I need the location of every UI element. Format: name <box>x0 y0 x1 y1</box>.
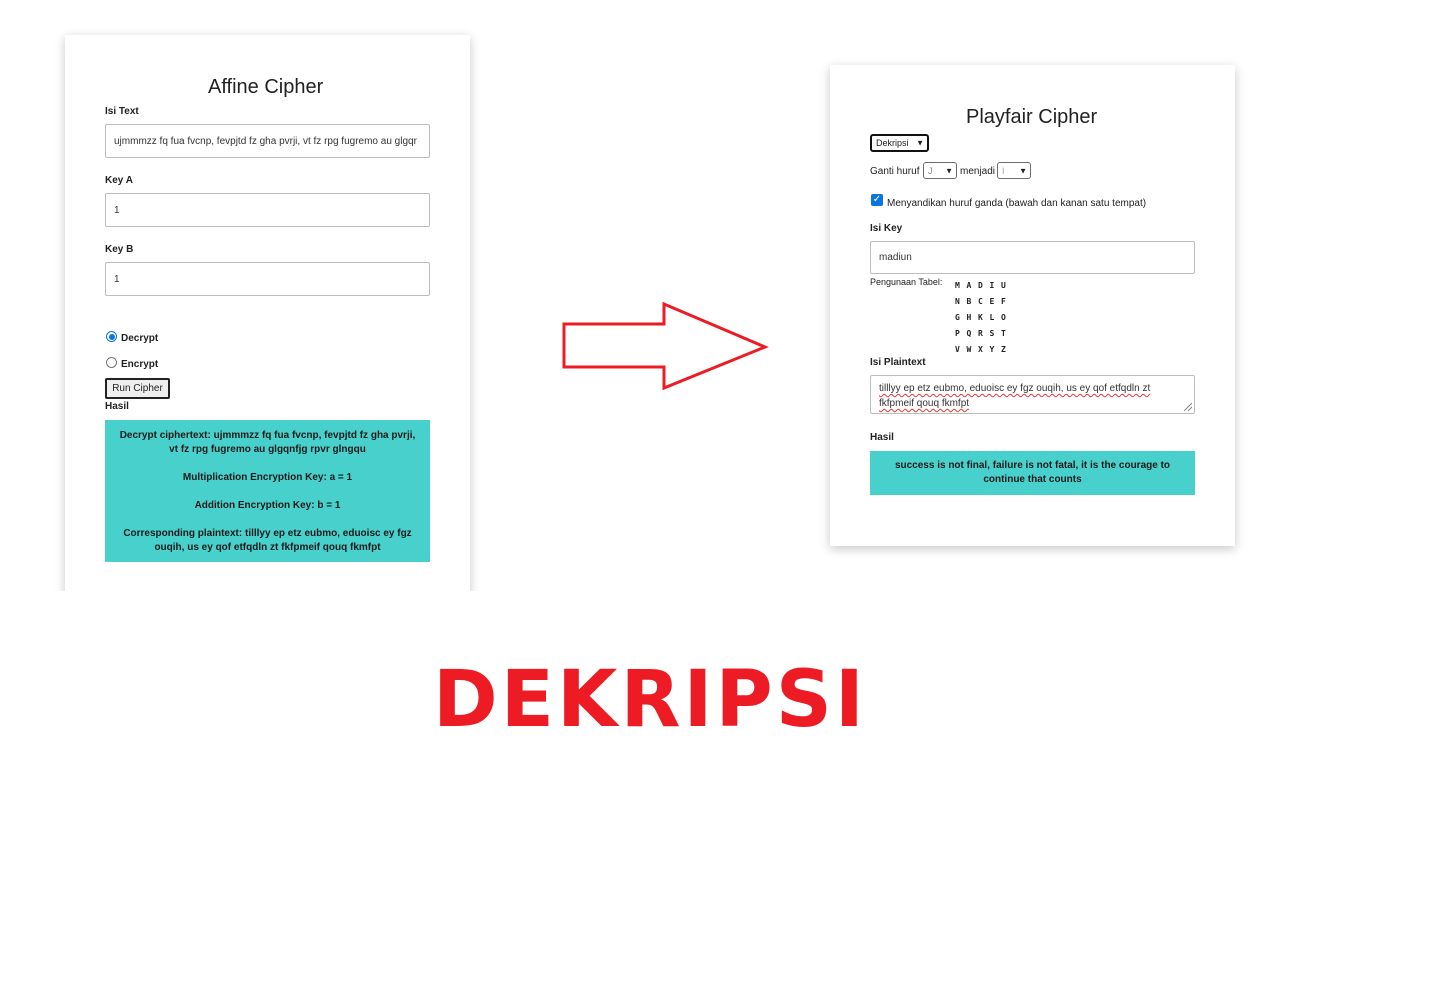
mode-select[interactable]: Dekripsi ▼ <box>870 134 929 152</box>
double-letter-label: Menyandikan huruf ganda (bawah dan kanan… <box>887 198 1147 209</box>
plaintext-line: tilllyy ep etz eubmo, eduoisc ey fgz ouq… <box>879 383 1151 394</box>
plaintext-line: fkfpmeif qouq fkmfpt <box>879 398 970 409</box>
plaintext-label: Isi Plaintext <box>870 357 926 368</box>
replace-to-label: menjadi <box>960 166 996 177</box>
result-plaintext-line: Corresponding plaintext: tilllyy ep etz … <box>123 528 412 553</box>
right-arrow-icon <box>562 301 769 391</box>
encrypt-radio-label: Encrypt <box>121 359 159 370</box>
affine-result-label: Hasil <box>105 401 129 412</box>
key-input[interactable]: madiun <box>870 241 1195 274</box>
key-b-input[interactable]: 1 <box>105 262 430 296</box>
replace-to-select[interactable]: I ▼ <box>997 162 1031 179</box>
screenshot-crop-edge <box>40 591 500 611</box>
replace-from-value: J <box>928 165 933 176</box>
table-row: VWXYZ <box>955 345 1006 354</box>
playfair-cipher-card: Playfair Cipher Dekripsi ▼ Ganti huruf J… <box>830 65 1235 546</box>
affine-cipher-card: Affine Cipher Isi Text ujmmmzz fq fua fv… <box>65 35 470 595</box>
text-label: Isi Text <box>105 106 139 117</box>
affine-result-box: Decrypt ciphertext: ujmmmzz fq fua fvcnp… <box>105 420 430 562</box>
table-label: Pengunaan Tabel: <box>870 277 943 287</box>
chevron-down-icon: ▼ <box>945 166 953 175</box>
dekripsi-caption: DEKRIPSI <box>433 655 867 745</box>
decrypt-radio-label: Decrypt <box>121 333 159 344</box>
result-ciphertext-line: Decrypt ciphertext: ujmmmzz fq fua fvcnp… <box>119 430 416 455</box>
affine-title: Affine Cipher <box>208 76 324 98</box>
mode-select-value: Dekripsi <box>876 138 909 148</box>
playfair-result-label: Hasil <box>870 432 894 443</box>
key-b-label: Key B <box>105 244 134 255</box>
replace-label: Ganti huruf <box>870 166 920 177</box>
table-row: GHKLO <box>955 313 1006 322</box>
result-key-a-line: Multiplication Encryption Key: a = 1 <box>182 472 353 483</box>
double-letter-checkbox[interactable]: ✓ <box>871 194 883 206</box>
replace-to-value: I <box>1002 165 1005 176</box>
result-key-b-line: Addition Encryption Key: b = 1 <box>194 500 341 511</box>
playfair-result-text: success is not final, failure is not fat… <box>894 460 1171 485</box>
decrypt-radio[interactable] <box>106 331 117 342</box>
key-a-label: Key A <box>105 175 133 186</box>
playfair-table: MADIU NBCEF GHKLO PQRST VWXYZ <box>955 278 1013 358</box>
playfair-title: Playfair Cipher <box>966 106 1098 128</box>
key-label: Isi Key <box>870 223 903 234</box>
text-input[interactable]: ujmmmzz fq fua fvcnp, fevpjtd fz gha pvr… <box>105 124 430 158</box>
table-row: NBCEF <box>955 297 1006 306</box>
chevron-down-icon: ▼ <box>916 138 924 148</box>
run-cipher-button[interactable]: Run Cipher <box>105 378 170 399</box>
encrypt-radio[interactable] <box>106 357 117 368</box>
replace-from-select[interactable]: J ▼ <box>923 162 957 179</box>
key-a-input[interactable]: 1 <box>105 193 430 227</box>
plaintext-textarea[interactable]: tilllyy ep etz eubmo, eduoisc ey fgz ouq… <box>870 375 1195 414</box>
chevron-down-icon: ▼ <box>1019 166 1027 175</box>
table-row: PQRST <box>955 329 1006 338</box>
playfair-result-box: success is not final, failure is not fat… <box>870 451 1195 495</box>
resize-handle-icon[interactable] <box>1184 403 1192 411</box>
table-row: MADIU <box>955 281 1006 290</box>
